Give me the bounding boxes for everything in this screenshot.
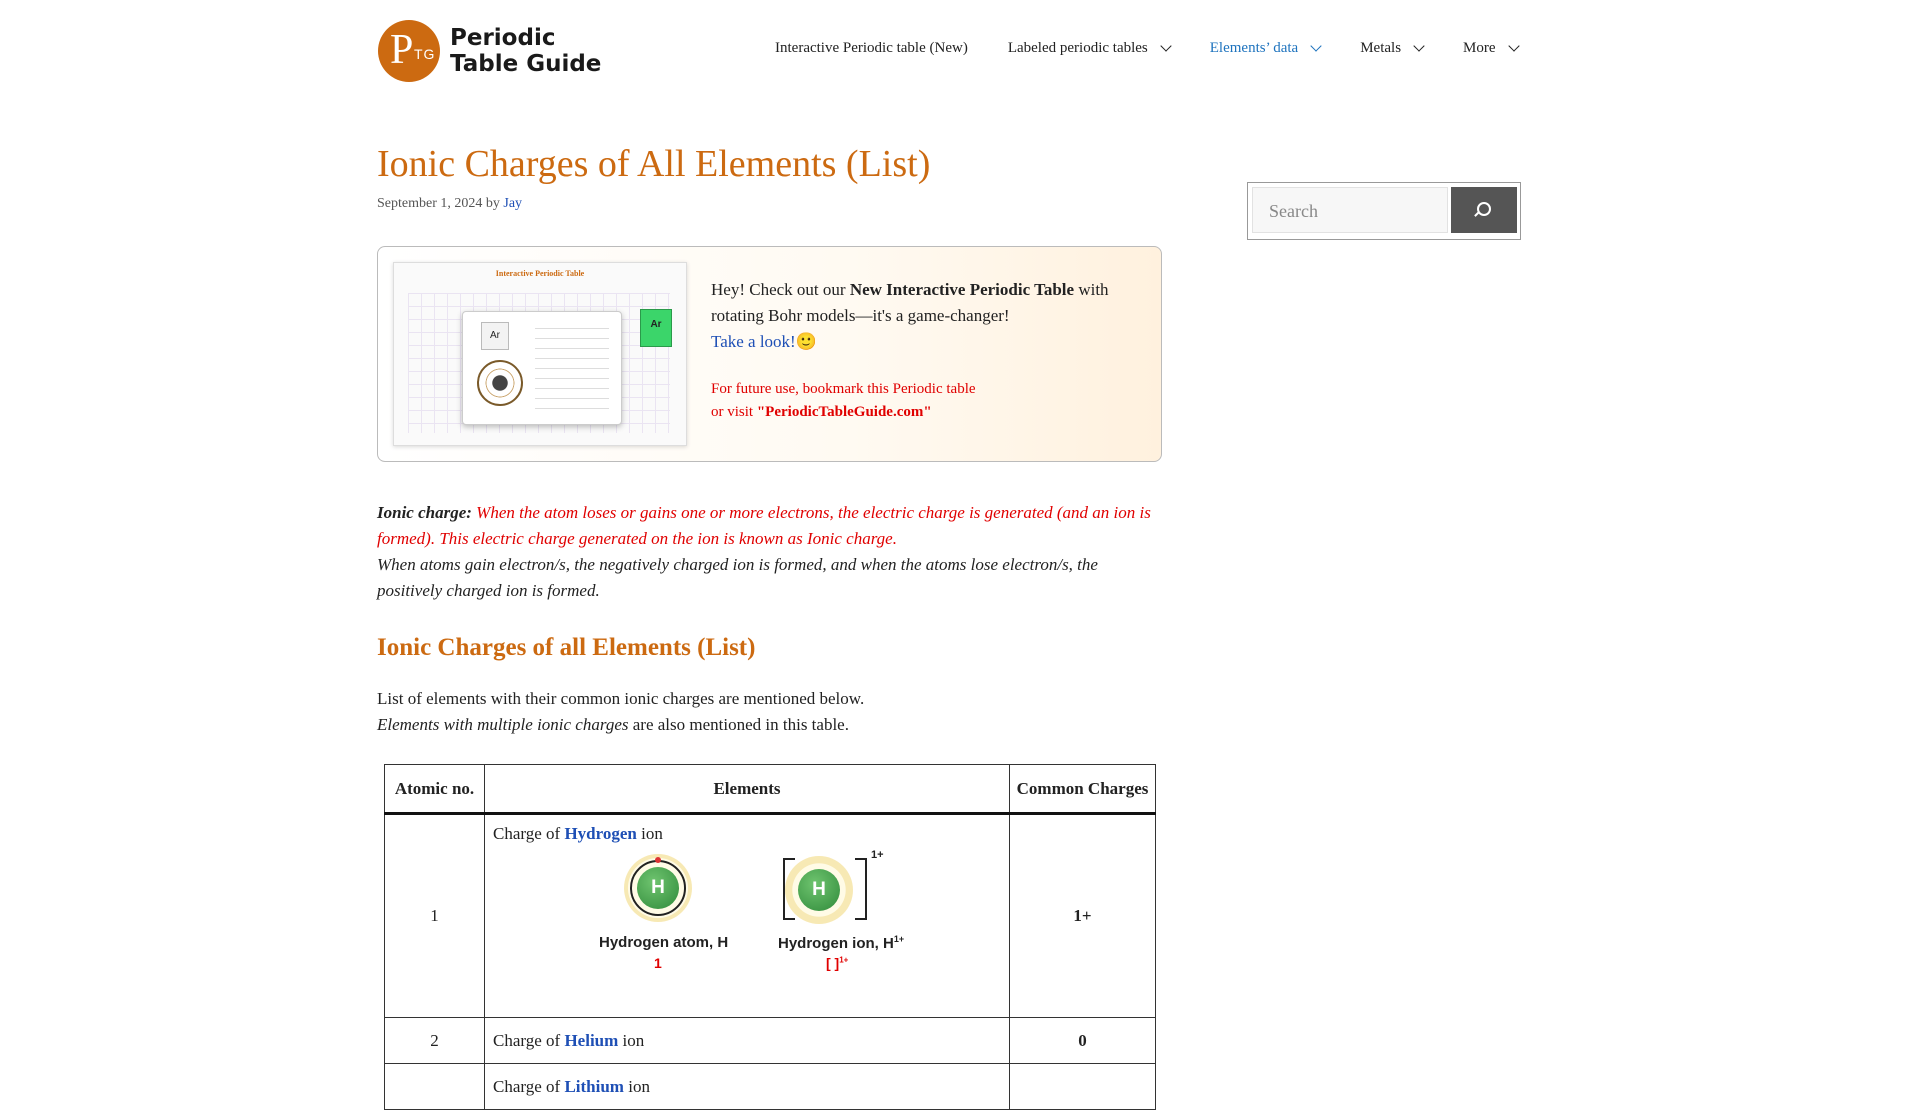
- author-link[interactable]: Jay: [503, 196, 522, 211]
- nav-label: More: [1463, 40, 1496, 56]
- label-suffix: ion: [618, 1030, 645, 1050]
- post-meta: September 1, 2024 by Jay: [377, 196, 1162, 212]
- atomic-number: 2: [384, 1017, 485, 1064]
- main-content: Ionic Charges of All Elements (List) Sep…: [377, 140, 1162, 1110]
- header-atomic-no: Atomic no.: [384, 764, 485, 815]
- intro-italic: Elements with multiple ionic charges: [377, 715, 629, 734]
- label-suffix: ion: [636, 824, 663, 843]
- definition-red-text: When the atom loses or gains one or more…: [377, 503, 1151, 548]
- hydrogen-atom-icon: H: [624, 854, 692, 922]
- nav-item-more[interactable]: More: [1463, 40, 1520, 57]
- main-nav: Interactive Periodic table (New) Labeled…: [775, 40, 1558, 57]
- logo-letter: P: [390, 27, 414, 73]
- intro-rest: are also mentioned in this table.: [628, 715, 849, 734]
- mini-element-card: Ar: [462, 311, 622, 425]
- table-row: 2 Charge of Helium ion 0: [384, 1017, 1156, 1064]
- atom-caption: Hydrogen atom, H: [599, 934, 729, 951]
- intro-line1: List of elements with their common ionic…: [377, 689, 865, 708]
- site-header: P TG Periodic Table Guide Interactive Pe…: [0, 0, 1920, 100]
- element-link-helium[interactable]: Helium: [564, 1031, 618, 1050]
- search-input[interactable]: Search: [1252, 187, 1448, 233]
- ion-caption-sup: 1+: [893, 934, 905, 944]
- promo-note: For future use, bookmark this Periodic t…: [711, 378, 976, 424]
- ion-electron-note: [ ]1+: [826, 955, 848, 971]
- element-link-lithium[interactable]: Lithium: [564, 1077, 624, 1096]
- nav-item-labeled-tables[interactable]: Labeled periodic tables: [1007, 40, 1172, 57]
- chevron-down-icon: [1507, 40, 1520, 52]
- chevron-down-icon: [1413, 40, 1425, 52]
- ion-note-text: [ ]: [826, 955, 840, 971]
- promo-text-bold: New Interactive Periodic Table: [849, 280, 1075, 299]
- ion-note-sup: 1+: [839, 955, 849, 965]
- common-charge: 1+: [1009, 813, 1156, 1018]
- promo-note-site: "PeriodicTableGuide.com": [756, 404, 932, 420]
- section-heading: Ionic Charges of all Elements (List): [377, 634, 756, 661]
- element-cell: Charge of Helium ion: [484, 1017, 1010, 1064]
- hydrogen-figure: H H 1+ Hydrogen atom, H Hydrogen ion, H1…: [493, 844, 1008, 1004]
- header-elements: Elements: [484, 764, 1010, 815]
- logo-sub: TG: [414, 46, 436, 62]
- chevron-down-icon: [1310, 40, 1322, 52]
- mini-element-symbol: Ar: [481, 322, 509, 350]
- post-by: by: [485, 196, 500, 211]
- element-cell: Charge of Lithium ion: [484, 1063, 1010, 1110]
- logo-badge: P TG: [378, 20, 440, 82]
- promo-note-prefix: or visit: [711, 404, 757, 420]
- promo-image[interactable]: Interactive Periodic Table Ar Ar: [393, 262, 687, 446]
- search-widget: Search: [1247, 182, 1521, 240]
- common-charge: [1009, 1063, 1156, 1110]
- search-icon: [1477, 202, 1491, 216]
- atomic-number: 1: [384, 813, 485, 1018]
- definition-term: Ionic charge:: [377, 503, 472, 522]
- nav-label: Labeled periodic tables: [1007, 40, 1148, 56]
- nav-label: Elements’ data: [1209, 40, 1299, 56]
- mini-element-tile: Ar: [640, 309, 672, 347]
- promo-box: Interactive Periodic Table Ar Ar Hey! Ch…: [377, 246, 1162, 462]
- promo-note-line1: For future use, bookmark this Periodic t…: [711, 381, 976, 397]
- label-suffix: ion: [623, 1076, 650, 1096]
- label-prefix: Charge of: [493, 824, 565, 843]
- label-prefix: Charge of: [493, 1030, 565, 1050]
- nav-label: Metals: [1360, 40, 1402, 56]
- table-row: Charge of Lithium ion: [384, 1063, 1156, 1110]
- nav-label: Interactive Periodic table (New): [775, 40, 968, 56]
- common-charge: 0: [1009, 1017, 1156, 1064]
- atom-electron-count: 1: [654, 955, 662, 971]
- hydrogen-ion-icon: H: [785, 856, 853, 924]
- definition-block: Ionic charge: When the atom loses or gai…: [377, 500, 1162, 604]
- nav-item-elements-data[interactable]: Elements’ data: [1209, 40, 1322, 57]
- element-label: Charge of Hydrogen ion: [493, 816, 1008, 844]
- element-cell: Charge of Hydrogen ion H H 1+ Hydrogen a…: [484, 813, 1010, 1018]
- ion-charge-superscript: 1+: [871, 849, 884, 861]
- ionic-charges-table: Atomic no. Elements Common Charges 1 Cha…: [384, 764, 1156, 1110]
- ion-nucleus-symbol: H: [798, 869, 840, 911]
- chevron-down-icon: [1160, 40, 1172, 52]
- electron-dot: [655, 857, 661, 863]
- table-row: 1 Charge of Hydrogen ion H H 1+ Hydrogen…: [384, 813, 1156, 1018]
- site-logo[interactable]: P TG Periodic Table Guide: [378, 20, 620, 82]
- promo-text-prefix: Hey! Check out our: [711, 280, 850, 299]
- ion-caption: Hydrogen ion, H1+: [778, 934, 904, 952]
- definition-text: When atoms gain electron/s, the negative…: [377, 555, 1098, 600]
- nav-item-metals[interactable]: Metals: [1360, 40, 1425, 57]
- promo-link[interactable]: Take a look!🙂: [711, 332, 817, 351]
- element-link-hydrogen[interactable]: Hydrogen: [564, 824, 636, 843]
- table-header-row: Atomic no. Elements Common Charges: [384, 764, 1156, 815]
- logo-text: Periodic Table Guide: [450, 25, 602, 77]
- section-intro: List of elements with their common ionic…: [377, 686, 1162, 738]
- post-date: September 1, 2024: [377, 196, 483, 211]
- atomic-number: [384, 1063, 485, 1110]
- right-bracket: [855, 858, 867, 920]
- promo-text: Hey! Check out our New Interactive Perio…: [711, 277, 1131, 355]
- search-button[interactable]: [1451, 187, 1517, 233]
- header-common-charges: Common Charges: [1009, 764, 1156, 815]
- mini-data-lines: [535, 322, 609, 412]
- ion-caption-text: Hydrogen ion, H: [778, 935, 894, 952]
- promo-image-title: Interactive Periodic Table: [495, 269, 585, 278]
- label-prefix: Charge of: [493, 1076, 565, 1096]
- nav-item-interactive-table[interactable]: Interactive Periodic table (New): [775, 40, 968, 57]
- nucleus-symbol: H: [637, 867, 679, 909]
- bohr-model-icon: [477, 360, 523, 406]
- page-title: Ionic Charges of All Elements (List): [377, 143, 931, 185]
